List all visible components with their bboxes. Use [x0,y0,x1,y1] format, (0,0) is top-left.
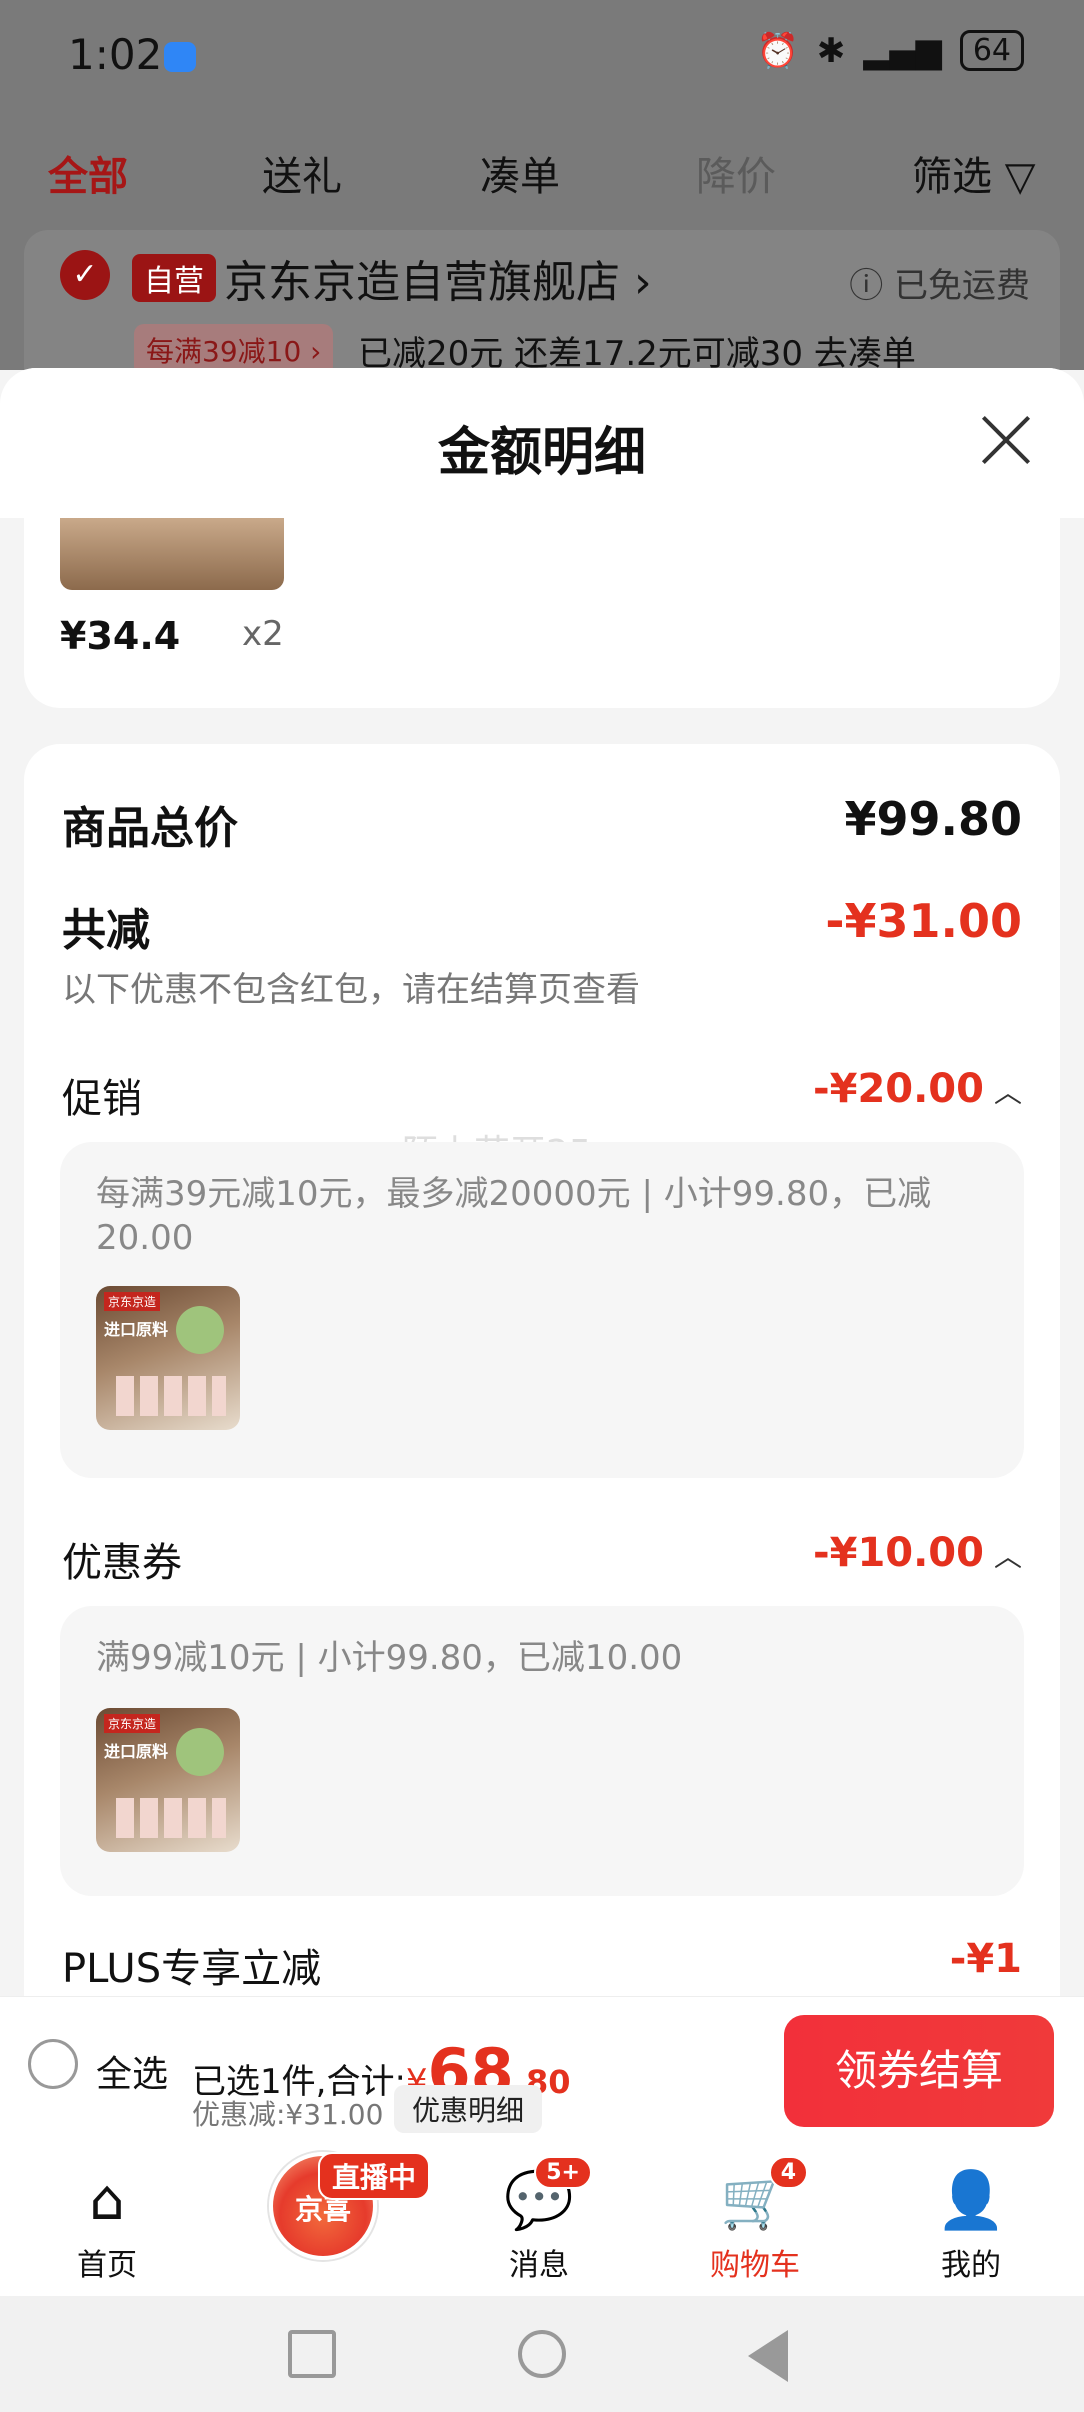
reduce-note: 以下优惠不包含红包，请在结算页查看 [62,970,640,1010]
filter-icon: ▽ [1004,154,1036,200]
close-button[interactable] [978,412,1034,468]
promo-detail-text: 每满39元减10元，最多减20000元 | 小计99.80，已减20.00 [96,1174,932,1258]
total-row: 商品总价 ¥99.80 [62,792,1022,854]
free-shipping: ⓘ 已免运费 [849,266,1030,306]
sheet-header: 金额明细 [0,368,1084,518]
bottles-decoration [116,1798,226,1838]
sheet-title: 金额明细 [437,423,646,483]
nav-cart-label: 购物车 [710,2248,800,2283]
promo-product-thumbnail[interactable]: 京东京造 进口原料 [96,1286,240,1430]
live-badge: 直播中 [318,2152,431,2200]
plus-row: PLUS专享立减 -¥1 [62,1936,1022,1992]
plus-value: -¥1 [949,1936,1022,1982]
message-icon: 💬 5+ [464,2156,614,2240]
self-operated-badge: 自营 [132,254,216,302]
bottom-nav: ⌂ 首页 京喜 直播中 💬 5+ 消息 🛒 4 购物车 👤 我的 [0,2146,1084,2296]
tab-all[interactable]: 全部 [48,144,128,202]
recent-apps-icon[interactable] [288,2330,336,2378]
system-nav-bar [0,2296,1084,2412]
discount-detail-button[interactable]: 优惠明细 [394,2085,543,2133]
store-name-text: 京东京造自营旗舰店 [224,257,620,308]
chevron-up-icon[interactable]: ︿ [994,1071,1022,1111]
coupon-detail-box: 满99减10元 | 小计99.80，已减10.00 京东京造 进口原料 [60,1606,1024,1896]
thumb-tag: 京东京造 [104,1292,161,1311]
coupon-value-wrap: -¥10.00 ︿ [813,1530,1022,1576]
select-all-radio[interactable] [28,2039,78,2089]
promo-detail-box: 每满39元减10元，最多减20000元 | 小计99.80，已减20.00 京东… [60,1142,1024,1478]
thumb-tag: 京东京造 [104,1714,161,1733]
coupon-label: 优惠券 [62,1540,182,1586]
cart-icon: 🛒 4 [680,2156,830,2240]
battery-icon: 64 [959,30,1024,71]
cart-badge: 4 [768,2156,808,2189]
reduce-value: -¥31.00 [825,894,1022,948]
tab-filter[interactable]: 筛选 ▽ [912,144,1035,202]
filter-label: 筛选 [912,154,992,200]
amount-detail-sheet: 金额明细 ¥34.4 x2 商品总价 ¥99.80 共减 -¥31.00 以下优… [0,368,1084,2000]
message-badge: 5+ [534,2156,592,2189]
promo-label: 促销 [62,1076,142,1122]
coupon-detail-text: 满99减10元 | 小计99.80，已减10.00 [96,1638,683,1678]
status-icons: ⏰ ✱ ▂▄▆ 64 [757,30,1024,71]
amount-detail-card: 商品总价 ¥99.80 共减 -¥31.00 以下优惠不包含红包，请在结算页查看… [24,744,1060,2000]
check-icon[interactable]: ✓ [60,250,110,300]
nav-live[interactable]: 京喜 直播中 [248,2152,431,2260]
item-quantity: x2 [242,614,284,654]
coupon-value: -¥10.00 [813,1530,984,1576]
promo-row[interactable]: 促销 -¥20.00 ︿ [62,1066,1022,1122]
chevron-up-icon[interactable]: ︿ [994,1535,1022,1575]
product-thumbnail[interactable] [60,518,284,590]
promo-pill-text: 每满39减10 [146,335,302,368]
promo-value: -¥20.00 [813,1066,984,1112]
message-notification-icon [164,42,196,72]
coupon-row[interactable]: 优惠券 -¥10.00 ︿ [62,1530,1022,1586]
discount-text: 优惠减:¥31.00 [192,2098,384,2131]
checkout-button[interactable]: 领券结算 [784,2015,1054,2127]
nav-messages-label: 消息 [509,2248,569,2283]
nav-home[interactable]: ⌂ 首页 [32,2160,182,2284]
free-shipping-text: 已免运费 [894,266,1030,306]
tab-bundle[interactable]: 凑单 [480,144,560,202]
thumb-text: 进口原料 [104,1320,169,1339]
status-time: 1:02 [68,30,163,79]
total-label: 商品总价 [62,803,238,854]
signal-icon: ▂▄▆ [863,30,942,71]
tab-gift[interactable]: 送礼 [262,144,342,202]
nav-profile-label: 我的 [941,2248,1001,2283]
item-price: ¥34.4 [60,614,181,658]
reduce-row: 共减 -¥31.00 [62,894,1022,956]
total-value: ¥99.80 [844,792,1022,846]
select-all-label[interactable]: 全选 [96,2045,168,2097]
checkout-bar: 全选 已选1件,合计:¥68.80 优惠减:¥31.00 优惠明细 领券结算 [0,1996,1084,2146]
store-card[interactable]: ✓ 自营 京东京造自营旗舰店 › ⓘ 已免运费 每满39减10 › 已减20元 … [24,230,1060,390]
nav-messages[interactable]: 💬 5+ 消息 [464,2156,614,2284]
nav-home-label: 首页 [77,2248,137,2283]
home-button-icon[interactable] [518,2330,566,2378]
filter-tabs: 全部 送礼 凑单 降价 筛选 ▽ [0,130,1084,210]
thumb-text: 进口原料 [104,1742,169,1761]
alarm-icon: ⏰ [756,30,799,71]
status-bar: 1:02 ⏰ ✱ ▂▄▆ 64 [0,0,1084,110]
nav-cart[interactable]: 🛒 4 购物车 [680,2156,830,2284]
profile-icon: 👤 [936,2168,1006,2233]
frog-decoration [176,1306,224,1354]
home-icon: ⌂ [89,2167,125,2233]
coupon-product-thumbnail[interactable]: 京东京造 进口原料 [96,1708,240,1852]
bluetooth-icon: ✱ [816,30,846,71]
nav-profile[interactable]: 👤 我的 [896,2160,1046,2284]
frog-decoration [176,1728,224,1776]
item-card: ¥34.4 x2 [24,518,1060,708]
store-name[interactable]: 京东京造自营旗舰店 › [224,246,652,310]
reduce-label: 共减 [62,905,150,956]
back-icon[interactable] [748,2330,788,2382]
promo-value-wrap: -¥20.00 ︿ [813,1066,1022,1112]
tab-price-drop[interactable]: 降价 [696,144,776,202]
plus-label: PLUS专享立减 [62,1946,322,1992]
background-overlay[interactable]: 全部 送礼 凑单 降价 筛选 ▽ ✓ 自营 京东京造自营旗舰店 › ⓘ 已免运费… [0,110,1084,390]
bottles-decoration [116,1376,226,1416]
